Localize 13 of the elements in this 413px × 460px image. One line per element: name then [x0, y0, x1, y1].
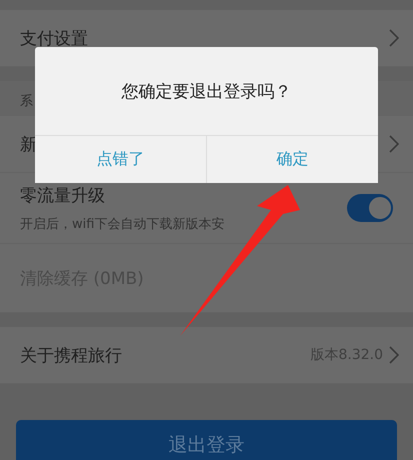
chevron-icon — [389, 346, 399, 364]
row-label: 零流量升级 — [20, 184, 106, 206]
dialog-button[interactable]: 确定 — [206, 136, 378, 183]
dialog-message: 您确定要退出登录吗？ — [120, 80, 292, 104]
row-label: 关于携程旅行 — [20, 344, 122, 366]
chevron-icon — [389, 29, 399, 47]
toggle-switch[interactable] — [347, 194, 393, 222]
row-label: 支付设置 — [20, 28, 88, 50]
row-label: 新 — [20, 134, 37, 156]
chevron-icon — [389, 135, 399, 153]
section-label: 系 — [20, 93, 33, 110]
row-description: 开启后，wifi下会自动下载新版本安 — [20, 216, 224, 232]
logout-button[interactable]: 退出登录 — [16, 420, 397, 460]
